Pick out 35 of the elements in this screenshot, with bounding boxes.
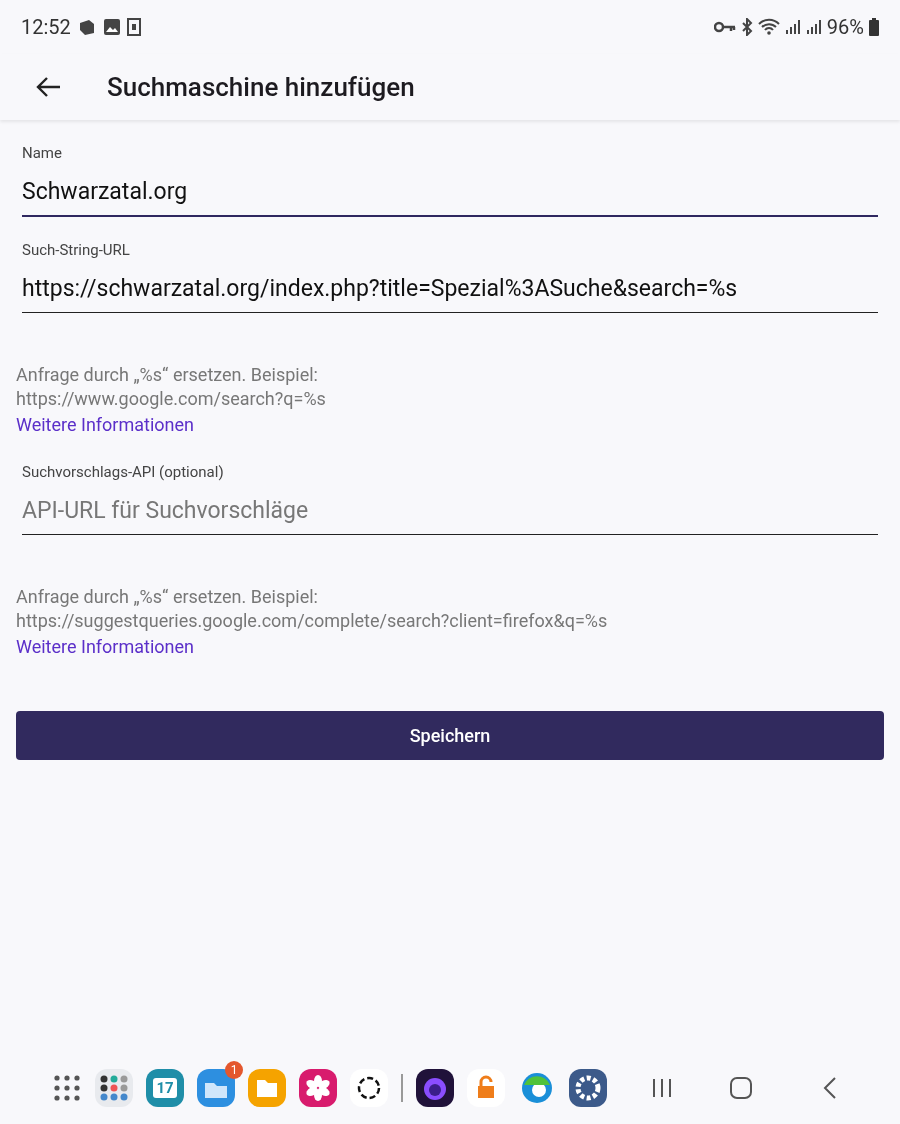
lock-icon[interactable] (467, 1069, 505, 1107)
more-info-link[interactable]: Weitere Informationen (16, 633, 194, 661)
save-button[interactable]: Speichern (16, 711, 884, 760)
input-field[interactable]: Schwarzatal.org (22, 164, 878, 217)
battery-icon (869, 18, 879, 36)
more-info-link[interactable]: Weitere Informationen (16, 411, 194, 439)
battery-percent: 96% (826, 14, 864, 41)
home-icon[interactable] (729, 1076, 753, 1100)
bluetooth-icon (740, 18, 753, 36)
settings-icon[interactable] (569, 1069, 607, 1107)
signal-icon (805, 19, 822, 35)
field-label: Such-String-URL (22, 240, 130, 261)
app-folder-icon[interactable] (95, 1069, 133, 1107)
calendar-icon[interactable]: 17 (146, 1069, 184, 1107)
signal-icon (784, 19, 801, 35)
field-label: Suchvorschlags-API (optional) (22, 462, 224, 483)
back-arrow-icon (35, 76, 61, 98)
recent-apps-icon[interactable] (650, 1076, 674, 1100)
status-time: 12:52 (21, 14, 71, 41)
input-field[interactable]: https://schwarzatal.org/index.php?title=Spezial%3ASuche&search=%s (22, 261, 878, 313)
flower-icon[interactable] (299, 1069, 337, 1107)
input-field[interactable]: API-URL für Suchvorschläge (22, 483, 878, 535)
helper-text: Anfrage durch „%s“ ersetzen. Beispiel: https://www.google.com/search?q=%s (16, 363, 327, 411)
image-icon (102, 18, 121, 36)
field-label: Name (22, 143, 62, 164)
back-icon[interactable] (822, 1076, 838, 1100)
key-icon (713, 21, 736, 33)
calendar-day: 17 (153, 1078, 177, 1098)
app-icon (126, 18, 141, 36)
app-drawer-icon[interactable] (52, 1073, 82, 1103)
wifi-icon (757, 18, 780, 36)
notification-badge: 1 (225, 1061, 243, 1079)
browser-icon[interactable] (416, 1069, 454, 1107)
page-title: Suchmaschine hinzufügen (107, 70, 415, 104)
helper-text: Anfrage durch „%s“ ersetzen. Beispiel: https://suggestqueries.google.com/complete/search?client=firefox&q=%s (16, 585, 609, 633)
